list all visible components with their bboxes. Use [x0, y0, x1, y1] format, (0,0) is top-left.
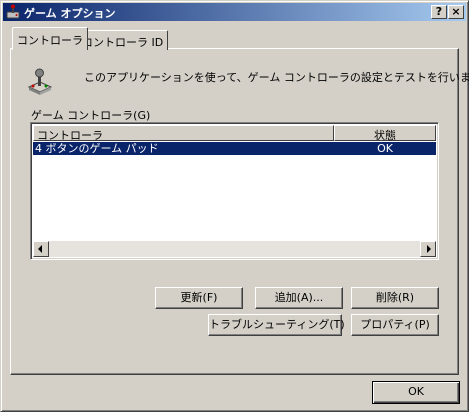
scroll-left-button[interactable]	[33, 241, 49, 257]
controller-status: OK	[377, 142, 393, 155]
ok-button[interactable]: OK	[372, 381, 460, 404]
column-header-status-label: 状態	[374, 129, 396, 142]
close-button[interactable]: ×	[448, 5, 464, 19]
delete-button[interactable]: 削除(R)	[351, 287, 439, 309]
scroll-right-button[interactable]	[420, 241, 436, 257]
controller-name: 4 ボタンのゲーム パッド	[35, 142, 159, 155]
game-controllers-label: ゲーム コントローラ(G)	[31, 109, 151, 122]
arrow-left-icon	[38, 245, 42, 253]
game-options-window: ゲーム オプション ? × コントローラ コントローラ ID このアプリケーショ…	[0, 0, 469, 412]
list-item[interactable]: 4 ボタンのゲーム パッド OK	[33, 142, 436, 155]
troubleshoot-button[interactable]: トラブルシューティング(T)	[208, 314, 345, 336]
tab-controller-id-label: コントローラ ID	[82, 36, 164, 49]
tab-controller[interactable]: コントローラ	[12, 27, 88, 50]
joystick-icon	[27, 68, 53, 95]
window-title: ゲーム オプション	[24, 7, 116, 20]
title-bar[interactable]: ゲーム オプション ? ×	[3, 3, 466, 21]
add-button[interactable]: 追加(A)...	[255, 287, 343, 309]
column-header-controller-label: コントローラ	[37, 129, 103, 142]
update-button[interactable]: 更新(F)	[155, 287, 243, 309]
tab-controller-label: コントローラ	[17, 34, 83, 47]
tab-controller-id[interactable]: コントローラ ID	[77, 30, 169, 50]
column-header-controller[interactable]: コントローラ	[33, 125, 334, 142]
help-button[interactable]: ?	[431, 5, 447, 19]
arrow-right-icon	[427, 245, 431, 253]
column-header-status[interactable]: 状態	[334, 125, 436, 142]
controller-list[interactable]: コントローラ 状態 4 ボタンのゲーム パッド OK	[30, 122, 439, 260]
properties-button[interactable]: プロパティ(P)	[351, 314, 439, 336]
description-text: このアプリケーションを使って、ゲーム コントローラの設定とテストを行います。	[84, 71, 469, 84]
horizontal-scrollbar[interactable]	[33, 241, 436, 257]
game-controller-icon	[6, 4, 20, 19]
